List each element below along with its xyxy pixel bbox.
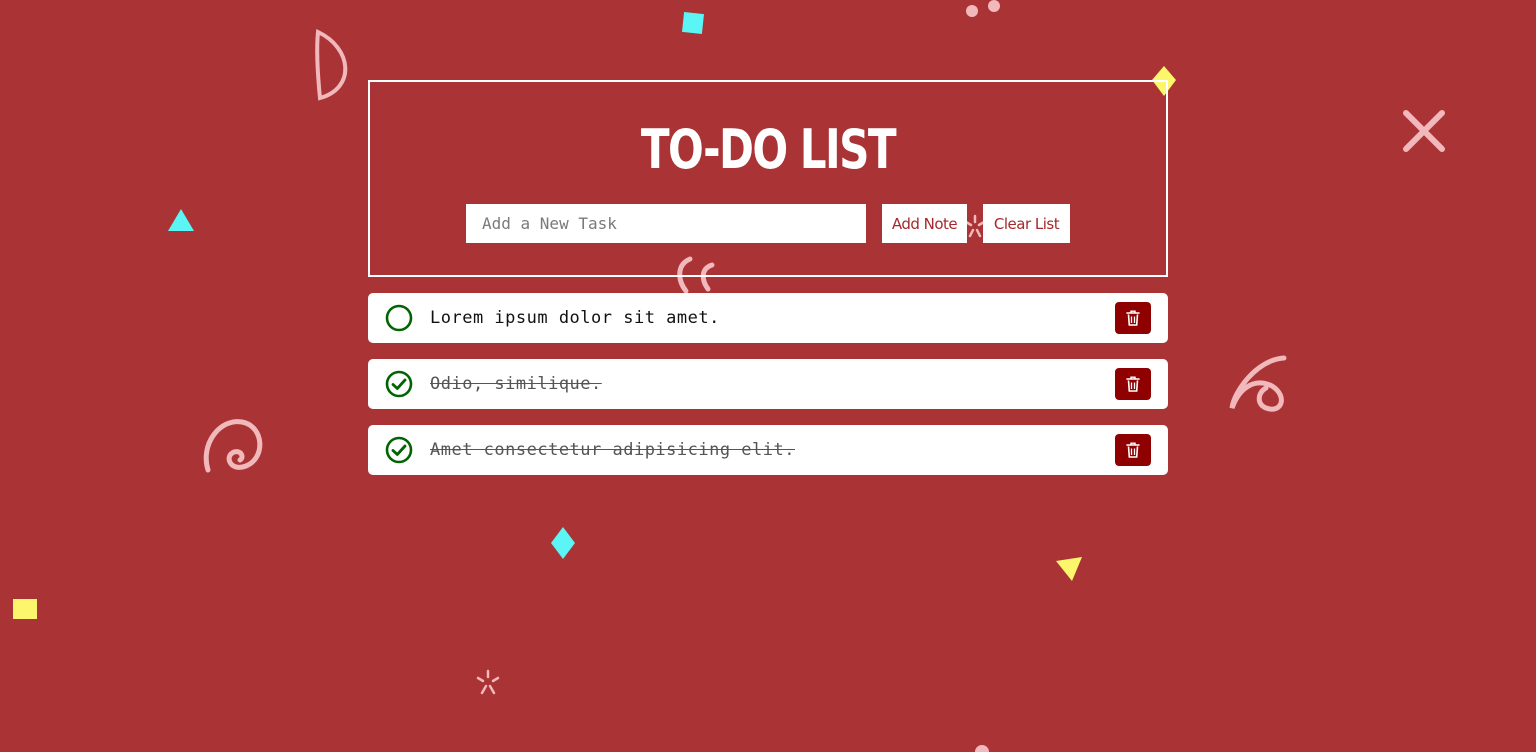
todo-header-panel: TO-DO LIST Add Note Clear List bbox=[368, 80, 1168, 277]
task-text: Lorem ipsum dolor sit amet. bbox=[430, 308, 720, 328]
confetti-dot-icon bbox=[972, 742, 992, 752]
confetti-triangle-icon bbox=[1054, 555, 1084, 583]
delete-task-button[interactable] bbox=[1115, 434, 1151, 466]
page-title: TO-DO LIST bbox=[640, 118, 897, 181]
task-item: Lorem ipsum dolor sit amet. bbox=[368, 293, 1168, 343]
confetti-square-icon bbox=[681, 11, 705, 35]
confetti-x-icon bbox=[1400, 107, 1448, 155]
app-root: TO-DO LIST Add Note Clear List Lorem ips… bbox=[0, 0, 1536, 752]
circle-icon[interactable] bbox=[385, 304, 413, 332]
confetti-diamond-icon bbox=[551, 527, 575, 559]
confetti-triangle-icon bbox=[166, 207, 196, 233]
confetti-dots-icon bbox=[962, 0, 1002, 20]
new-task-input[interactable] bbox=[466, 204, 866, 243]
delete-task-button[interactable] bbox=[1115, 302, 1151, 334]
check-circle-icon[interactable] bbox=[385, 370, 413, 398]
confetti-square-icon bbox=[11, 597, 39, 621]
confetti-burst-icon bbox=[474, 669, 502, 697]
check-circle-icon[interactable] bbox=[385, 436, 413, 464]
confetti-halfmoon-icon bbox=[312, 28, 352, 104]
task-text: Amet consectetur adipisicing elit. bbox=[430, 440, 795, 460]
clear-list-button[interactable]: Clear List bbox=[983, 204, 1070, 243]
trash-icon bbox=[1126, 376, 1140, 392]
task-item: Odio, similique. bbox=[368, 359, 1168, 409]
confetti-spiral-icon bbox=[200, 414, 270, 478]
trash-icon bbox=[1126, 442, 1140, 458]
add-note-button[interactable]: Add Note bbox=[882, 204, 967, 243]
confetti-swirl-icon bbox=[1226, 352, 1290, 414]
task-list: Lorem ipsum dolor sit amet. Odio, simili… bbox=[368, 293, 1168, 491]
delete-task-button[interactable] bbox=[1115, 368, 1151, 400]
task-item: Amet consectetur adipisicing elit. bbox=[368, 425, 1168, 475]
trash-icon bbox=[1126, 310, 1140, 326]
task-text: Odio, similique. bbox=[430, 374, 602, 394]
